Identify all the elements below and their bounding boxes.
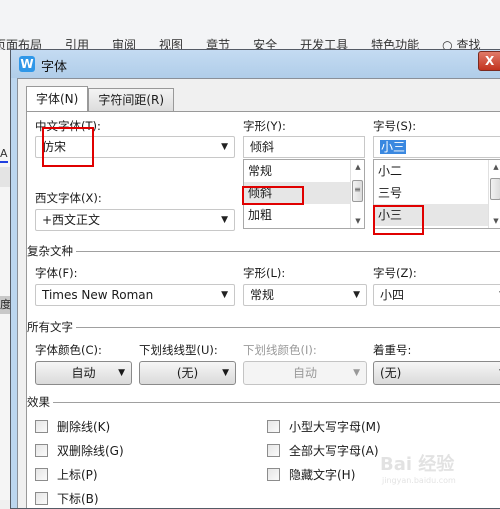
font-tab-panel: 中文字体(T): 仿宋 ▼ 西文字体(X): +西文正文 ▼ 字形(Y): 倾斜… — [26, 111, 500, 508]
chevron-down-icon: ▼ — [353, 368, 360, 378]
style-option[interactable]: 常规 — [244, 160, 364, 182]
checkbox-label: 删除线(K) — [57, 420, 111, 434]
font-color-icon: A — [0, 147, 8, 163]
font-color-label: 字体颜色(C): — [35, 343, 102, 357]
dialog-tabs: 字体(N) 字符间距(R) — [26, 86, 175, 112]
emphasis-label: 着重号: — [373, 343, 412, 357]
complex-size-label: 字号(Z): — [373, 266, 417, 280]
baidu-watermark: Bai 经验 jingyan.baidu.com — [380, 450, 456, 485]
ribbon: 页面布局 引用 审阅 视图 章节 安全 开发工具 特色功能 ○ 查找 — [0, 0, 500, 52]
complex-style-label: 字形(L): — [243, 266, 286, 280]
dialog-titlebar[interactable]: W 字体 X — [11, 50, 500, 78]
underline-color-label: 下划线颜色(I): — [243, 343, 317, 357]
wps-app-icon: W — [19, 56, 35, 72]
style-list-scrollbar[interactable]: ▲ ≡ ▼ — [350, 160, 364, 228]
complex-style-value: 常规 — [250, 288, 275, 302]
hidden-text-checkbox[interactable]: 隐藏文字(H) — [267, 466, 355, 483]
underline-style-dropdown[interactable]: (无) ▼ — [139, 361, 236, 385]
style-option[interactable]: 加粗 — [244, 204, 364, 226]
style-input-value: 倾斜 — [250, 140, 275, 154]
strikethrough-checkbox[interactable]: 删除线(K) — [35, 418, 110, 435]
chevron-down-icon: ▼ — [118, 368, 125, 378]
emphasis-value: (无) — [380, 366, 402, 380]
size-input[interactable]: 小三 — [373, 136, 500, 158]
font-dialog: W 字体 X 字体(N) 字符间距(R) 中文字体(T): 仿宋 ▼ 西文字体(… — [10, 49, 500, 509]
annotation-box-style-italic — [242, 186, 304, 205]
complex-style-combo[interactable]: 常规 ▼ — [243, 284, 367, 306]
scroll-thumb[interactable] — [490, 178, 500, 200]
effects-group-divider — [27, 402, 500, 403]
complex-size-value: 小四 — [380, 288, 405, 302]
complex-group-title: 复杂文种 — [27, 243, 76, 259]
annotation-box-chinese-font — [42, 127, 94, 167]
effects-group-title: 效果 — [27, 394, 53, 410]
complex-font-combo[interactable]: Times New Roman ▼ — [35, 284, 235, 306]
scroll-down-icon[interactable]: ▼ — [351, 214, 365, 228]
dialog-title: 字体 — [41, 60, 68, 75]
tab-font[interactable]: 字体(N) — [26, 86, 89, 112]
chevron-down-icon: ▼ — [222, 368, 229, 378]
scroll-up-icon[interactable]: ▲ — [351, 160, 365, 174]
checkbox-icon — [267, 468, 280, 481]
annotation-box-size-small-three — [373, 205, 424, 235]
underline-color-dropdown: 自动 ▼ — [243, 361, 367, 385]
checkbox-icon — [35, 444, 48, 457]
checkbox-icon — [35, 420, 48, 433]
western-font-label: 西文字体(X): — [35, 191, 102, 205]
small-caps-checkbox[interactable]: 小型大写字母(M) — [267, 418, 381, 435]
complex-font-label: 字体(F): — [35, 266, 78, 280]
chevron-down-icon: ▼ — [221, 215, 228, 225]
size-input-value: 小三 — [380, 140, 407, 154]
tab-character-spacing[interactable]: 字符间距(R) — [88, 88, 175, 112]
checkbox-label: 全部大写字母(A) — [289, 444, 379, 458]
checkbox-label: 双删除线(G) — [57, 444, 124, 458]
double-strikethrough-checkbox[interactable]: 双删除线(G) — [35, 442, 124, 459]
checkbox-label: 小型大写字母(M) — [289, 420, 381, 434]
all-text-group-divider — [27, 327, 500, 328]
underline-color-value: 自动 — [292, 366, 317, 380]
all-text-group-title: 所有文字 — [27, 319, 76, 335]
checkbox-icon — [267, 420, 280, 433]
all-caps-checkbox[interactable]: 全部大写字母(A) — [267, 442, 379, 459]
size-list-scrollbar[interactable]: ▲ ▼ — [488, 160, 500, 228]
chevron-down-icon: ▼ — [353, 290, 360, 300]
checkbox-icon — [35, 468, 48, 481]
checkbox-label: 上标(P) — [57, 468, 98, 482]
complex-group-divider — [27, 251, 500, 252]
scroll-up-icon[interactable]: ▲ — [489, 160, 500, 174]
scroll-thumb[interactable]: ≡ — [352, 180, 363, 202]
chevron-down-icon: ▼ — [221, 290, 228, 300]
watermark-sub: jingyan.baidu.com — [382, 476, 456, 485]
font-color-dropdown[interactable]: 自动 ▼ — [35, 361, 132, 385]
watermark-main: Bai 经验 — [380, 454, 455, 475]
checkbox-label: 隐藏文字(H) — [289, 468, 356, 482]
scroll-down-icon[interactable]: ▼ — [489, 214, 500, 228]
size-option[interactable]: 小二 — [374, 160, 500, 182]
checkbox-icon — [35, 492, 48, 505]
checkbox-label: 下标(B) — [57, 492, 99, 506]
subscript-checkbox[interactable]: 下标(B) — [35, 490, 99, 507]
western-font-value: +西文正文 — [42, 213, 101, 227]
underline-style-label: 下划线线型(U): — [139, 343, 218, 357]
style-input[interactable]: 倾斜 — [243, 136, 365, 158]
font-color-value: 自动 — [71, 366, 96, 380]
complex-size-combo[interactable]: 小四 ▼ — [373, 284, 500, 306]
close-button[interactable]: X — [478, 51, 500, 71]
checkbox-icon — [267, 444, 280, 457]
emphasis-dropdown[interactable]: (无) ▼ — [373, 361, 500, 385]
size-label: 字号(S): — [373, 119, 417, 133]
complex-font-value: Times New Roman — [42, 288, 154, 302]
western-font-combo[interactable]: +西文正文 ▼ — [35, 209, 235, 231]
superscript-checkbox[interactable]: 上标(P) — [35, 466, 98, 483]
size-option[interactable]: 三号 — [374, 182, 500, 204]
chevron-down-icon: ▼ — [221, 142, 228, 152]
underline-style-value: (无) — [176, 366, 199, 380]
style-label: 字形(Y): — [243, 119, 286, 133]
